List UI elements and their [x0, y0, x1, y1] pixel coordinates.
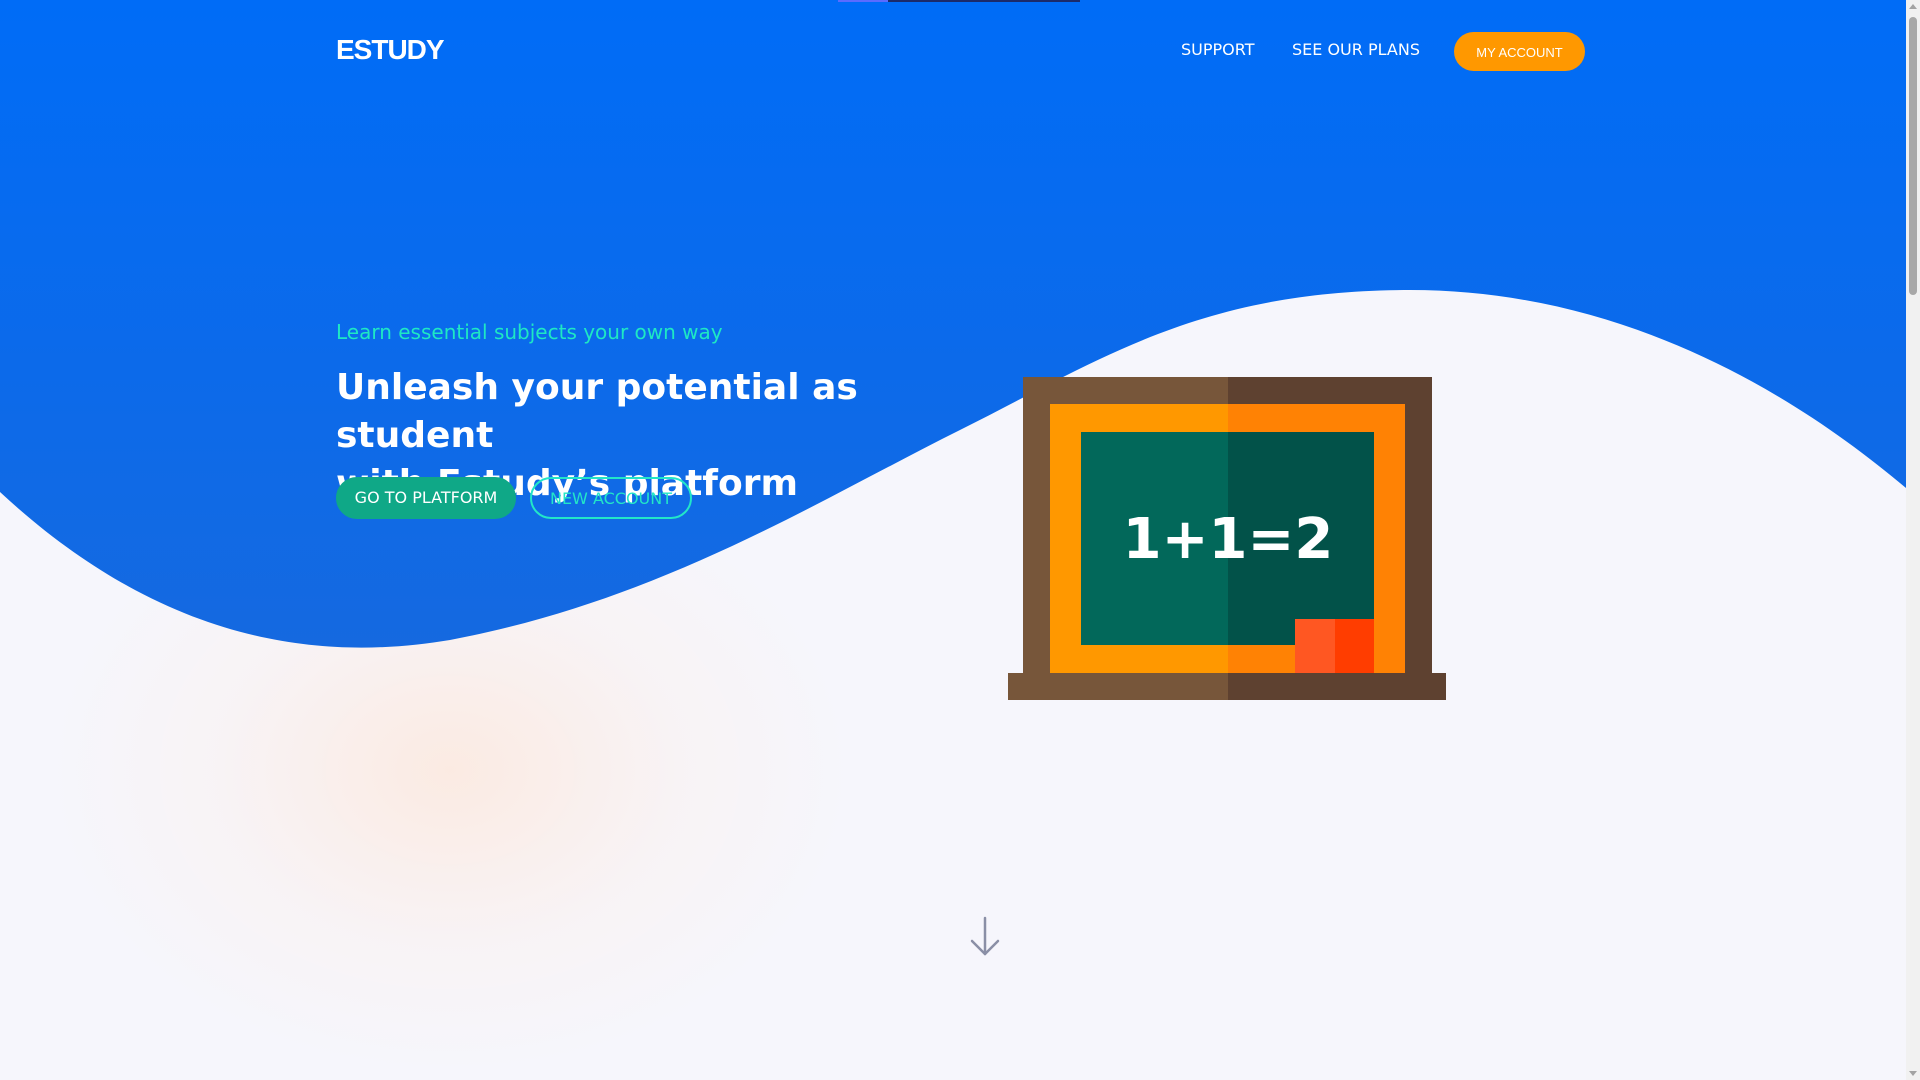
go-to-platform-button[interactable]: GO TO PLATFORM: [336, 477, 516, 519]
arrow-down-icon[interactable]: [968, 916, 1002, 958]
hero-actions: GO TO PLATFORM NEW ACCOUNT: [336, 477, 692, 519]
hero-eyebrow: Learn essential subjects your own way: [336, 320, 723, 344]
page-scrollbar[interactable]: [1906, 0, 1920, 1080]
landing-page: ESTUDY SUPPORT SEE OUR PLANS MY ACCOUNT …: [0, 0, 1920, 1080]
hero-headline-line-1: Unleash your potential as student: [336, 367, 858, 456]
site-header: ESTUDY SUPPORT SEE OUR PLANS MY ACCOUNT: [0, 0, 1906, 102]
scroll-up-arrow-icon[interactable]: [1909, 4, 1917, 9]
my-account-button[interactable]: MY ACCOUNT: [1454, 32, 1585, 71]
chalkboard-icon: 1+1=2: [1008, 377, 1446, 700]
site-logo[interactable]: ESTUDY: [336, 34, 445, 66]
scroll-down-arrow-icon[interactable]: [1909, 1071, 1917, 1076]
new-account-button[interactable]: NEW ACCOUNT: [530, 477, 692, 519]
chalkboard-equation: 1+1=2: [1123, 507, 1334, 572]
scrollbar-thumb[interactable]: [1909, 17, 1917, 295]
nav-plans-link[interactable]: SEE OUR PLANS: [1292, 40, 1420, 59]
nav-support-link[interactable]: SUPPORT: [1181, 40, 1254, 59]
